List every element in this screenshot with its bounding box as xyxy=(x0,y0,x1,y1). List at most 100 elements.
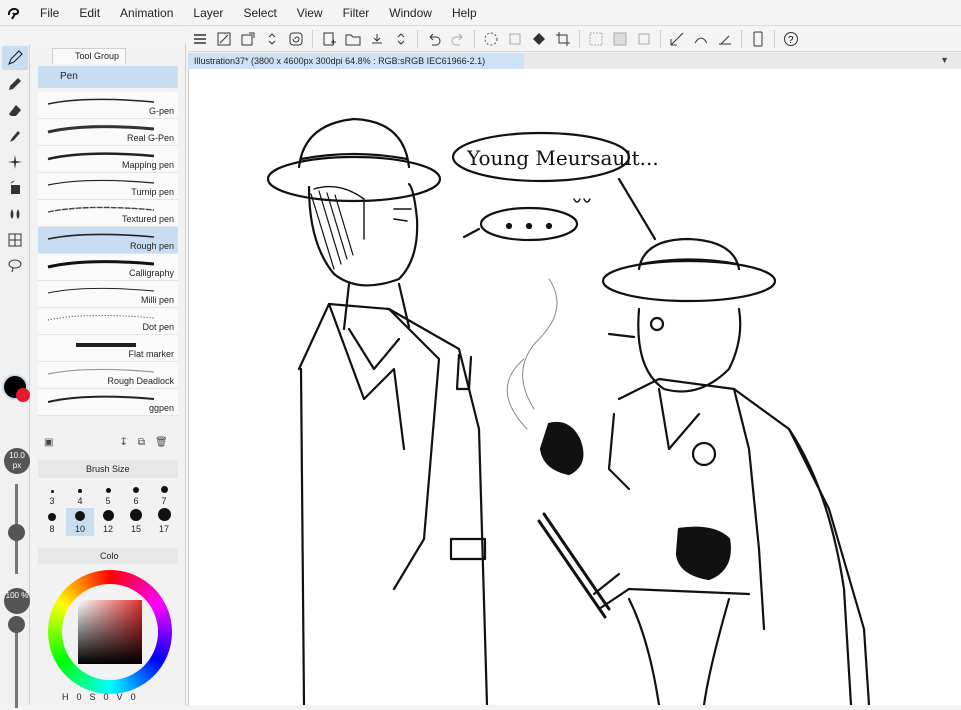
blend-tool-icon[interactable] xyxy=(2,202,28,226)
opacity-slider-knob[interactable] xyxy=(8,616,25,633)
brush-label: Milli pen xyxy=(140,295,174,305)
brush-item-milli-pen[interactable]: Milli pen xyxy=(38,281,178,308)
size-option[interactable]: 15 xyxy=(122,508,150,536)
toolbar-divider xyxy=(774,29,775,48)
app-logo-icon[interactable] xyxy=(0,0,30,26)
size-option[interactable]: 5 xyxy=(94,480,122,508)
pen-tool-icon[interactable] xyxy=(2,46,28,70)
redo-icon[interactable] xyxy=(446,28,470,50)
brush-item-turnip-pen[interactable]: Turnip pen xyxy=(38,173,178,200)
menu-select[interactable]: Select xyxy=(233,0,286,26)
menu-animation[interactable]: Animation xyxy=(110,0,183,26)
brush-item-rough-pen[interactable]: Rough pen xyxy=(38,227,178,254)
download-icon[interactable]: ↧ xyxy=(119,437,127,448)
drawing-canvas[interactable]: Young Meursault... xyxy=(188,69,961,707)
size-option[interactable]: 8 xyxy=(38,508,66,536)
help-icon[interactable]: ? xyxy=(779,28,803,50)
chevron-down-icon[interactable]: ▼ xyxy=(940,55,949,65)
brush-item-flat-marker[interactable]: Flat marker xyxy=(38,335,178,362)
menu-window[interactable]: Window xyxy=(379,0,442,26)
subtool-settings-icon[interactable]: ▣ xyxy=(44,437,53,448)
size-option[interactable]: 12 xyxy=(94,508,122,536)
hsv-readout: H 0 S 0 V 0 xyxy=(38,692,178,706)
command-toolbar: ? xyxy=(188,26,961,52)
crop-icon[interactable] xyxy=(551,28,575,50)
brush-item-textured-pen[interactable]: Textured pen xyxy=(38,200,178,227)
brush-item-calligraphy[interactable]: Calligraphy xyxy=(38,254,178,281)
menu-help[interactable]: Help xyxy=(442,0,487,26)
hsv-s-label: S xyxy=(89,692,96,702)
pencil-tool-icon[interactable] xyxy=(2,72,28,96)
brush-tool-icon[interactable] xyxy=(2,124,28,148)
illustration-art: Young Meursault... xyxy=(266,117,871,707)
brush-label: Rough Deadlock xyxy=(107,376,174,386)
brush-label: Real G-Pen xyxy=(126,133,174,143)
spiral-icon[interactable] xyxy=(284,28,308,50)
size-value: 12 xyxy=(102,524,113,534)
brush-item-mapping-pen[interactable]: Mapping pen xyxy=(38,146,178,173)
loading-icon[interactable] xyxy=(479,28,503,50)
brush-item-ggpen[interactable]: ggpen xyxy=(38,389,178,416)
opacity-indicator[interactable]: 100 % xyxy=(4,588,30,614)
menu-filter[interactable]: Filter xyxy=(333,0,380,26)
menu-edit[interactable]: Edit xyxy=(69,0,110,26)
stepper-icon[interactable] xyxy=(260,28,284,50)
eraser-tool-icon[interactable] xyxy=(2,98,28,122)
brush-label: Mapping pen xyxy=(121,160,174,170)
brush-label: G-pen xyxy=(148,106,174,116)
sub-color-swatch[interactable] xyxy=(16,388,30,402)
size-value: 5 xyxy=(105,496,111,506)
ruler-pen-icon[interactable] xyxy=(665,28,689,50)
subtool-header-pen[interactable]: Pen xyxy=(38,66,178,88)
brush-item-dot-pen[interactable]: Dot pen xyxy=(38,308,178,335)
hamburger-menu-icon[interactable] xyxy=(188,28,212,50)
size-option[interactable]: 7 xyxy=(150,480,178,508)
open-folder-icon[interactable] xyxy=(341,28,365,50)
snap-curve-icon[interactable] xyxy=(689,28,713,50)
brush-size-indicator[interactable]: 10.0 px xyxy=(4,448,30,474)
size-option[interactable]: 4 xyxy=(66,480,94,508)
grid-tool-icon[interactable] xyxy=(2,228,28,252)
hsv-v-value: 0 xyxy=(130,692,136,702)
size-value: 17 xyxy=(158,524,169,534)
tool-group-tab[interactable]: Tool Group xyxy=(52,48,127,64)
fill-bucket-icon[interactable] xyxy=(527,28,551,50)
lasso-tool-icon[interactable] xyxy=(2,254,28,278)
brush-label: ggpen xyxy=(148,403,174,413)
brush-item-real-g-pen[interactable]: Real G-Pen xyxy=(38,119,178,146)
fill-tool-icon[interactable] xyxy=(2,176,28,200)
copy-icon[interactable]: ⧉ xyxy=(138,437,145,448)
size-value: 7 xyxy=(161,496,167,506)
layer-stack-icon[interactable] xyxy=(503,28,527,50)
trash-icon[interactable]: 🗑 xyxy=(155,437,168,448)
undo-icon[interactable] xyxy=(422,28,446,50)
stepper-icon[interactable] xyxy=(389,28,413,50)
color-panel-tab[interactable]: Colo xyxy=(38,548,178,564)
new-canvas-icon[interactable] xyxy=(212,28,236,50)
deselect-icon[interactable] xyxy=(584,28,608,50)
invert-selection-icon[interactable] xyxy=(608,28,632,50)
transform-icon[interactable] xyxy=(236,28,260,50)
size-option[interactable]: 10 xyxy=(66,508,94,536)
size-option[interactable]: 6 xyxy=(122,480,150,508)
save-icon[interactable] xyxy=(365,28,389,50)
new-file-icon[interactable] xyxy=(317,28,341,50)
size-option[interactable]: 3 xyxy=(38,480,66,508)
brush-size-slider-knob[interactable] xyxy=(8,524,25,541)
menu-file[interactable]: File xyxy=(30,0,69,26)
sparkle-tool-icon[interactable] xyxy=(2,150,28,174)
size-option[interactable]: 17 xyxy=(150,508,178,536)
brush-item-g-pen[interactable]: G-pen xyxy=(38,92,178,119)
color-saturation-square[interactable] xyxy=(78,600,142,664)
brush-size-tab[interactable]: Brush Size xyxy=(38,460,178,478)
brush-item-rough-deadlock[interactable]: Rough Deadlock xyxy=(38,362,178,389)
selection-border-icon[interactable] xyxy=(632,28,656,50)
smartphone-icon[interactable] xyxy=(746,28,770,50)
menu-view[interactable]: View xyxy=(287,0,333,26)
document-tab[interactable]: Illustration37* (3800 x 4600px 300dpi 64… xyxy=(188,53,524,69)
color-wheel[interactable] xyxy=(48,570,172,694)
snap-ruler-icon[interactable] xyxy=(713,28,737,50)
menu-layer[interactable]: Layer xyxy=(183,0,233,26)
toolbar-divider xyxy=(312,29,313,48)
hsv-h-label: H xyxy=(62,692,69,702)
